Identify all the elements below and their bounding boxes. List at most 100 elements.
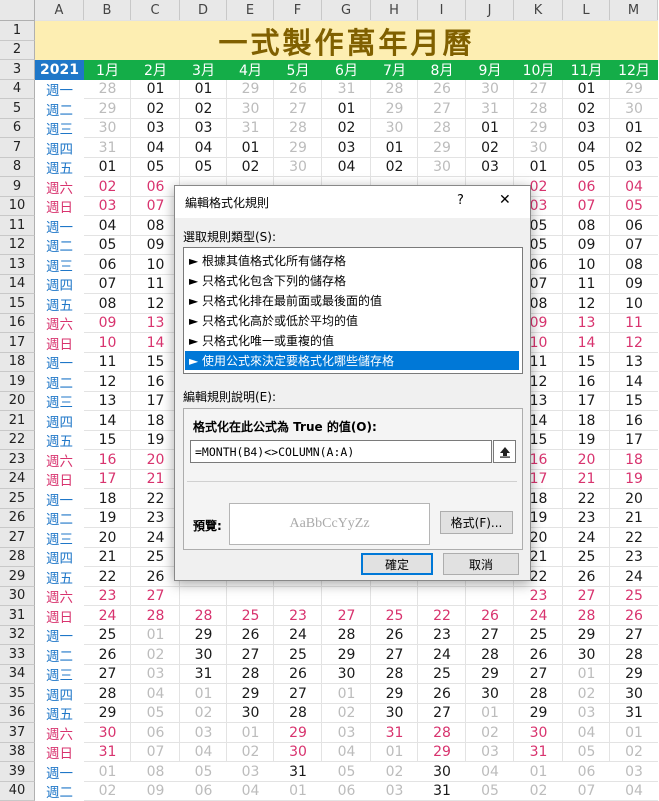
day-cell[interactable]: 05 bbox=[322, 762, 371, 782]
day-cell[interactable]: 05 bbox=[84, 236, 131, 256]
weekday-cell[interactable]: 週日 bbox=[35, 197, 84, 217]
day-cell[interactable]: 21 bbox=[84, 548, 131, 568]
day-cell[interactable]: 18 bbox=[610, 450, 658, 470]
day-cell[interactable]: 31 bbox=[180, 665, 227, 685]
weekday-cell[interactable]: 週六 bbox=[35, 314, 84, 334]
day-cell[interactable]: 17 bbox=[84, 470, 131, 490]
row-header-20[interactable]: 20 bbox=[0, 392, 35, 412]
day-cell[interactable]: 29 bbox=[371, 99, 418, 119]
day-cell[interactable]: 25 bbox=[131, 548, 180, 568]
day-cell[interactable]: 31 bbox=[322, 80, 371, 100]
day-cell[interactable]: 01 bbox=[466, 119, 514, 139]
weekday-cell[interactable]: 週三 bbox=[35, 665, 84, 685]
day-cell[interactable]: 07 bbox=[131, 743, 180, 763]
month-header[interactable]: 9月 bbox=[466, 60, 514, 80]
day-cell[interactable]: 01 bbox=[610, 119, 658, 139]
weekday-cell[interactable]: 週六 bbox=[35, 587, 84, 607]
day-cell[interactable]: 29 bbox=[84, 99, 131, 119]
row-header-19[interactable]: 19 bbox=[0, 372, 35, 392]
day-cell[interactable]: 02 bbox=[227, 158, 274, 178]
day-cell[interactable]: 04 bbox=[180, 743, 227, 763]
day-cell[interactable]: 26 bbox=[274, 80, 322, 100]
column-header-E[interactable]: E bbox=[227, 0, 274, 21]
day-cell[interactable]: 03 bbox=[180, 119, 227, 139]
day-cell[interactable]: 02 bbox=[84, 177, 131, 197]
day-cell[interactable]: 26 bbox=[418, 80, 466, 100]
help-icon[interactable]: ? bbox=[457, 193, 464, 208]
weekday-cell[interactable]: 週三 bbox=[35, 255, 84, 275]
day-cell[interactable]: 13 bbox=[610, 353, 658, 373]
row-header-6[interactable]: 6 bbox=[0, 119, 35, 139]
day-cell[interactable]: 28 bbox=[274, 119, 322, 139]
day-cell[interactable]: 24 bbox=[84, 606, 131, 626]
month-header[interactable]: 4月 bbox=[227, 60, 274, 80]
day-cell[interactable]: 28 bbox=[131, 606, 180, 626]
day-cell[interactable]: 08 bbox=[610, 255, 658, 275]
day-cell[interactable]: 02 bbox=[610, 743, 658, 763]
month-header[interactable]: 11月 bbox=[563, 60, 610, 80]
day-cell[interactable]: 28 bbox=[84, 684, 131, 704]
row-header-5[interactable]: 5 bbox=[0, 99, 35, 119]
day-cell[interactable]: 29 bbox=[563, 626, 610, 646]
day-cell[interactable]: 05 bbox=[466, 782, 514, 801]
day-cell[interactable]: 02 bbox=[131, 645, 180, 665]
day-cell[interactable]: 28 bbox=[180, 606, 227, 626]
day-cell[interactable]: 12 bbox=[610, 333, 658, 353]
day-cell[interactable]: 29 bbox=[371, 684, 418, 704]
day-cell[interactable]: 06 bbox=[322, 782, 371, 801]
day-cell[interactable]: 09 bbox=[131, 236, 180, 256]
row-header-4[interactable]: 4 bbox=[0, 80, 35, 100]
row-header-8[interactable]: 8 bbox=[0, 158, 35, 178]
day-cell[interactable]: 01 bbox=[227, 723, 274, 743]
row-header-28[interactable]: 28 bbox=[0, 548, 35, 568]
day-cell[interactable]: 30 bbox=[84, 119, 131, 139]
day-cell[interactable]: 27 bbox=[466, 626, 514, 646]
day-cell[interactable]: 29 bbox=[610, 665, 658, 685]
day-cell[interactable]: 03 bbox=[322, 138, 371, 158]
day-cell[interactable]: 25 bbox=[274, 645, 322, 665]
weekday-cell[interactable]: 週一 bbox=[35, 762, 84, 782]
day-cell[interactable]: 30 bbox=[466, 80, 514, 100]
day-cell[interactable]: 31 bbox=[274, 762, 322, 782]
column-header-F[interactable]: F bbox=[274, 0, 322, 21]
day-cell[interactable]: 27 bbox=[274, 684, 322, 704]
day-cell[interactable]: 08 bbox=[563, 216, 610, 236]
select-all-corner[interactable] bbox=[0, 0, 35, 21]
day-cell[interactable]: 26 bbox=[371, 626, 418, 646]
day-cell[interactable]: 30 bbox=[466, 684, 514, 704]
row-header-14[interactable]: 14 bbox=[0, 275, 35, 295]
day-cell[interactable]: 05 bbox=[563, 158, 610, 178]
day-cell[interactable]: 04 bbox=[610, 782, 658, 801]
day-cell[interactable]: 30 bbox=[371, 704, 418, 724]
row-header-30[interactable]: 30 bbox=[0, 587, 35, 607]
weekday-cell[interactable]: 週六 bbox=[35, 723, 84, 743]
day-cell[interactable]: 04 bbox=[563, 723, 610, 743]
day-cell[interactable]: 02 bbox=[227, 743, 274, 763]
day-cell[interactable]: 01 bbox=[180, 684, 227, 704]
row-header-26[interactable]: 26 bbox=[0, 509, 35, 529]
day-cell[interactable]: 09 bbox=[131, 782, 180, 801]
day-cell[interactable]: 01 bbox=[274, 782, 322, 801]
day-cell[interactable]: 18 bbox=[563, 411, 610, 431]
day-cell[interactable]: 04 bbox=[84, 216, 131, 236]
day-cell[interactable]: 31 bbox=[227, 119, 274, 139]
day-cell[interactable]: 01 bbox=[466, 704, 514, 724]
day-cell[interactable]: 17 bbox=[131, 392, 180, 412]
weekday-cell[interactable]: 週四 bbox=[35, 684, 84, 704]
day-cell[interactable]: 30 bbox=[371, 119, 418, 139]
day-cell[interactable]: 30 bbox=[322, 665, 371, 685]
day-cell[interactable]: 11 bbox=[563, 275, 610, 295]
row-header-18[interactable]: 18 bbox=[0, 353, 35, 373]
row-header-21[interactable]: 21 bbox=[0, 411, 35, 431]
day-cell[interactable]: 16 bbox=[610, 411, 658, 431]
row-header-38[interactable]: 38 bbox=[0, 743, 35, 763]
day-cell[interactable]: 16 bbox=[563, 372, 610, 392]
day-cell[interactable]: 28 bbox=[371, 80, 418, 100]
day-cell[interactable]: 29 bbox=[514, 119, 563, 139]
day-cell[interactable]: 31 bbox=[610, 704, 658, 724]
row-header-25[interactable]: 25 bbox=[0, 489, 35, 509]
weekday-cell[interactable]: 週二 bbox=[35, 645, 84, 665]
day-cell[interactable]: 27 bbox=[610, 626, 658, 646]
day-cell[interactable]: 29 bbox=[418, 743, 466, 763]
day-cell[interactable]: 26 bbox=[274, 665, 322, 685]
